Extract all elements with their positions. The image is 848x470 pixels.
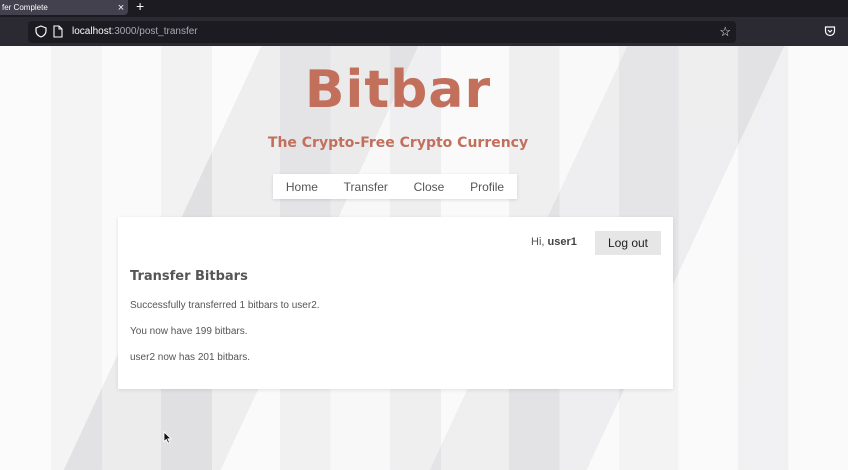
navigation-bar: localhost:3000/post_transfer ☆	[0, 17, 848, 46]
username: user1	[547, 236, 577, 248]
url-text[interactable]: localhost:3000/post_transfer	[72, 25, 198, 39]
main-nav: Home Transfer Close Profile	[273, 174, 517, 199]
nav-home[interactable]: Home	[280, 180, 324, 194]
tab-title: fer Complete	[2, 3, 48, 12]
greeting-prefix: Hi,	[531, 236, 548, 248]
tab-strip: fer Complete × +	[0, 0, 848, 17]
transfer-result-card: Hi, user1 Log out Transfer Bitbars Succe…	[118, 217, 673, 389]
nav-transfer[interactable]: Transfer	[338, 180, 394, 194]
shield-icon[interactable]	[35, 25, 47, 38]
address-bar[interactable]: localhost:3000/post_transfer ☆	[28, 21, 736, 43]
user-greeting: Hi, user1	[531, 236, 577, 248]
url-host: localhost	[72, 26, 112, 37]
nav-close[interactable]: Close	[408, 180, 451, 194]
active-tab[interactable]: fer Complete ×	[0, 0, 128, 15]
logout-button[interactable]: Log out	[595, 231, 661, 255]
site-logo[interactable]: Bitbar	[0, 60, 796, 120]
close-tab-icon[interactable]: ×	[114, 1, 128, 15]
card-title: Transfer Bitbars	[130, 269, 248, 284]
site-tagline: The Crypto-Free Crypto Currency	[267, 135, 529, 151]
bookmark-star-icon[interactable]: ☆	[719, 24, 731, 40]
url-path: :3000/post_transfer	[111, 26, 198, 37]
nav-profile[interactable]: Profile	[464, 180, 510, 194]
pocket-icon[interactable]	[824, 25, 836, 37]
page-content: Bitbar The Crypto-Free Crypto Currency H…	[0, 46, 848, 470]
page-icon	[53, 25, 63, 38]
mouse-cursor-icon	[163, 431, 172, 444]
success-message: Successfully transferred 1 bitbars to us…	[130, 300, 320, 311]
sender-balance-message: You now have 199 bitbars.	[130, 326, 248, 337]
recipient-balance-message: user2 now has 201 bitbars.	[130, 352, 251, 363]
new-tab-icon[interactable]: +	[136, 0, 144, 14]
